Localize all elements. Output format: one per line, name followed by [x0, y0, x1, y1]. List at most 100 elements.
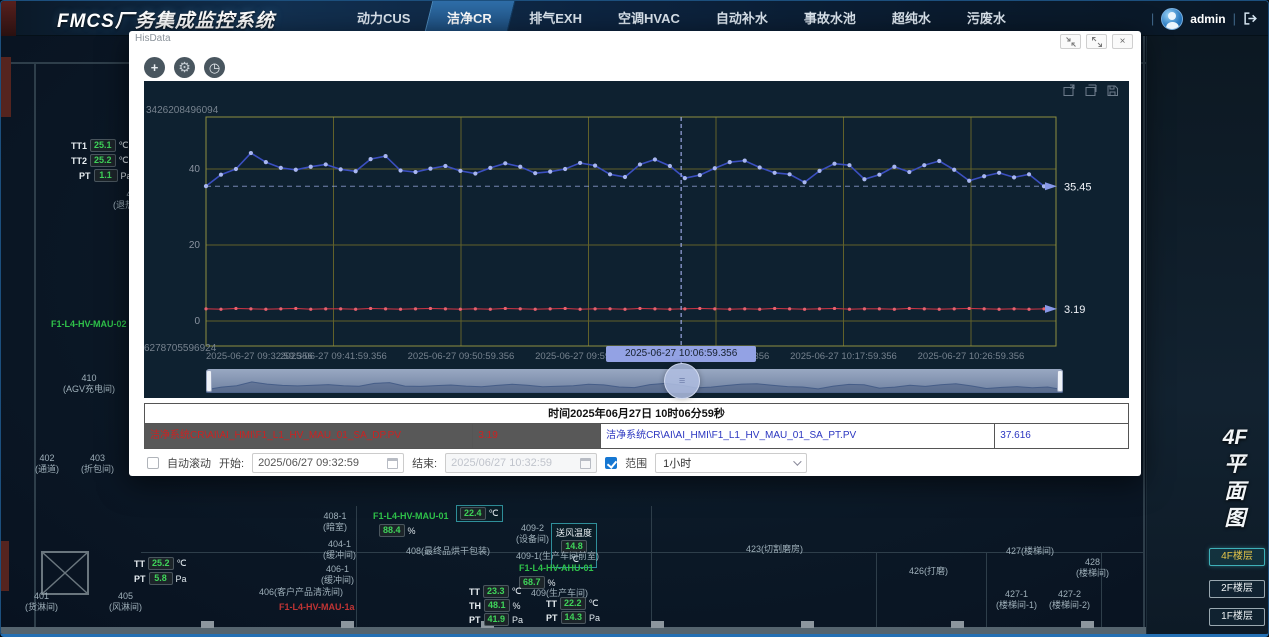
- fullscreen-icon[interactable]: [1086, 34, 1107, 49]
- plan-badge: PT5.8Pa: [134, 572, 187, 585]
- slider-handle[interactable]: ≡: [664, 363, 700, 399]
- restore-icon[interactable]: [1060, 34, 1081, 49]
- svg-text:2025-06-27 10:17:59.356: 2025-06-27 10:17:59.356: [790, 351, 897, 362]
- wall-segment: [1143, 36, 1145, 637]
- plan-accent: [1, 541, 9, 591]
- plan-tagred: F1-L4-HV-MAU-1a: [279, 602, 355, 612]
- username: admin: [1190, 12, 1225, 26]
- slider-waveform: [206, 369, 1063, 393]
- window-buttons: ×: [1060, 34, 1133, 49]
- time-header: 时间2025年06月27日 10时06分59秒: [145, 404, 1128, 423]
- tab-label: 排气EXH: [529, 11, 582, 26]
- plan-room: 403 (折包间): [81, 453, 114, 475]
- plan-badge: TT125.1℃: [71, 139, 129, 152]
- plan-badge: TT25.2℃: [134, 557, 187, 570]
- time-range-slider[interactable]: ≡: [206, 369, 1063, 393]
- floor-button-1f[interactable]: 1F楼层: [1209, 608, 1265, 626]
- dialog-title: HisData: [135, 33, 171, 44]
- plan-tealbadge: 22.4℃: [456, 505, 503, 522]
- dialog-toolbar: [144, 57, 225, 78]
- plan-badge: PT1.1Pa: [79, 169, 132, 182]
- wall-segment: [141, 552, 1143, 553]
- svg-text:3426208496094: 3426208496094: [146, 105, 219, 116]
- plan-room: 426(打磨): [909, 566, 948, 577]
- plan-badge: PT14.3Pa: [546, 611, 600, 624]
- logout-icon[interactable]: [1243, 11, 1258, 26]
- tab-label: 动力CUS: [357, 11, 410, 26]
- wall-segment: [876, 552, 877, 628]
- plan-badge: PT41.9Pa: [469, 613, 523, 626]
- plan-badge: TT225.2℃: [71, 154, 129, 167]
- svg-text:40: 40: [189, 164, 201, 175]
- zoom-window-icon[interactable]: [1062, 84, 1075, 102]
- plan-tag: F1-L4-HV-MAU-01: [373, 511, 449, 521]
- table-header-row: 时间2025年06月27日 10时06分59秒: [145, 404, 1128, 424]
- wall-block: [1081, 621, 1094, 628]
- end-datetime-input[interactable]: 2025/06/27 10:32:59: [445, 453, 597, 473]
- range-checkbox[interactable]: [605, 457, 617, 469]
- settings-button[interactable]: [174, 57, 195, 78]
- start-datetime-input[interactable]: 2025/06/27 09:32:59: [252, 453, 404, 473]
- slider-right-cap[interactable]: [1057, 370, 1063, 392]
- floor-button-4f[interactable]: 4F楼层: [1209, 548, 1265, 566]
- end-label: 结束:: [412, 455, 437, 471]
- plan-room: 404-1 (缓冲间): [323, 539, 356, 561]
- plan-room: 409-1(生产车间前室): [516, 551, 599, 562]
- wall-block: [951, 621, 964, 628]
- wall-segment: [34, 62, 36, 628]
- plan-room: 428 (楼梯间): [1076, 557, 1109, 579]
- start-label: 开始:: [219, 455, 244, 471]
- auto-scroll-label: 自动滚动: [167, 455, 211, 471]
- divider: |: [1233, 11, 1236, 26]
- plan-room: 410 (AGV充电间): [63, 373, 115, 395]
- slider-left-cap[interactable]: [206, 370, 212, 392]
- time-button[interactable]: [204, 57, 225, 78]
- zoom-reset-icon[interactable]: [1084, 84, 1097, 102]
- page: TT125.1℃TT225.2℃PT1.1Pa430 (退热车间)F1-L4-H…: [0, 0, 1269, 637]
- plan-room: 427(楼梯间): [1006, 546, 1054, 557]
- floor-button-2f[interactable]: 2F楼层: [1209, 580, 1265, 598]
- plan-room: 427-1 (楼梯间-1): [996, 589, 1037, 611]
- save-icon[interactable]: [1106, 84, 1119, 102]
- start-value: 2025/06/27 09:32:59: [258, 457, 359, 469]
- close-icon[interactable]: ×: [1112, 34, 1133, 49]
- right-panel: 4F 平 面 图 4F楼层 2F楼层 1F楼层: [1146, 36, 1269, 637]
- range-value: 1小时: [663, 455, 691, 471]
- tab-label: 空调HVAC: [618, 11, 680, 26]
- app-title: FMCS厂务集成监控系统: [57, 6, 275, 33]
- tag-value-cell-red: 3.19: [473, 424, 601, 448]
- plan-room: 408(最终品烘干包装): [406, 546, 490, 557]
- tag-name-cell-blue: 洁净系统CR\AI\AI_HMI\F1_L1_HV_MAU_01_SA_PT.P…: [601, 424, 995, 448]
- wall-segment: [356, 506, 357, 628]
- plan-tag: F1-L4-HV-MAU-02: [51, 319, 127, 329]
- tab-label: 事故水池: [804, 11, 856, 26]
- calendar-icon[interactable]: [580, 458, 591, 469]
- range-select[interactable]: 1小时: [655, 453, 807, 473]
- plan-badge: TH48.1%: [469, 599, 521, 612]
- trend-chart-panel: 020402025-06-27 09:32:59.3562025-06-27 0…: [144, 81, 1129, 398]
- end-value: 2025/06/27 10:32:59: [451, 457, 552, 469]
- svg-text:2025-06-27 09:50:59.356: 2025-06-27 09:50:59.356: [408, 351, 515, 362]
- tab-label: 自动补水: [716, 11, 768, 26]
- wall-block: [341, 621, 354, 628]
- plan-room: 406-1 (缓冲间): [321, 564, 354, 586]
- range-label: 范围: [625, 455, 647, 471]
- plan-room: 401 (货淋间): [25, 591, 58, 613]
- chevron-down-icon: [793, 457, 801, 465]
- svg-text:3.19: 3.19: [1064, 304, 1085, 316]
- user-area: | admin |: [1151, 1, 1258, 36]
- user-avatar[interactable]: [1161, 8, 1183, 30]
- table-row[interactable]: 洁净系统CR\AI\AI_HMI\F1_L1_HV_MAU_01_SA_DP.P…: [145, 424, 1128, 448]
- auto-scroll-checkbox[interactable]: [147, 457, 159, 469]
- wall-block: [801, 621, 814, 628]
- tab-label: 超纯水: [892, 11, 931, 26]
- wall-block: [651, 621, 664, 628]
- wall-bottom-band: [1, 627, 1269, 634]
- svg-text:20: 20: [189, 240, 201, 251]
- svg-text:0: 0: [194, 316, 200, 327]
- wall-segment: [651, 506, 652, 628]
- add-tag-button[interactable]: [144, 57, 165, 78]
- calendar-icon[interactable]: [387, 458, 398, 469]
- plan-room: 423(切割磨房): [746, 544, 803, 555]
- plan-room: 409-2 (设备间): [516, 523, 549, 545]
